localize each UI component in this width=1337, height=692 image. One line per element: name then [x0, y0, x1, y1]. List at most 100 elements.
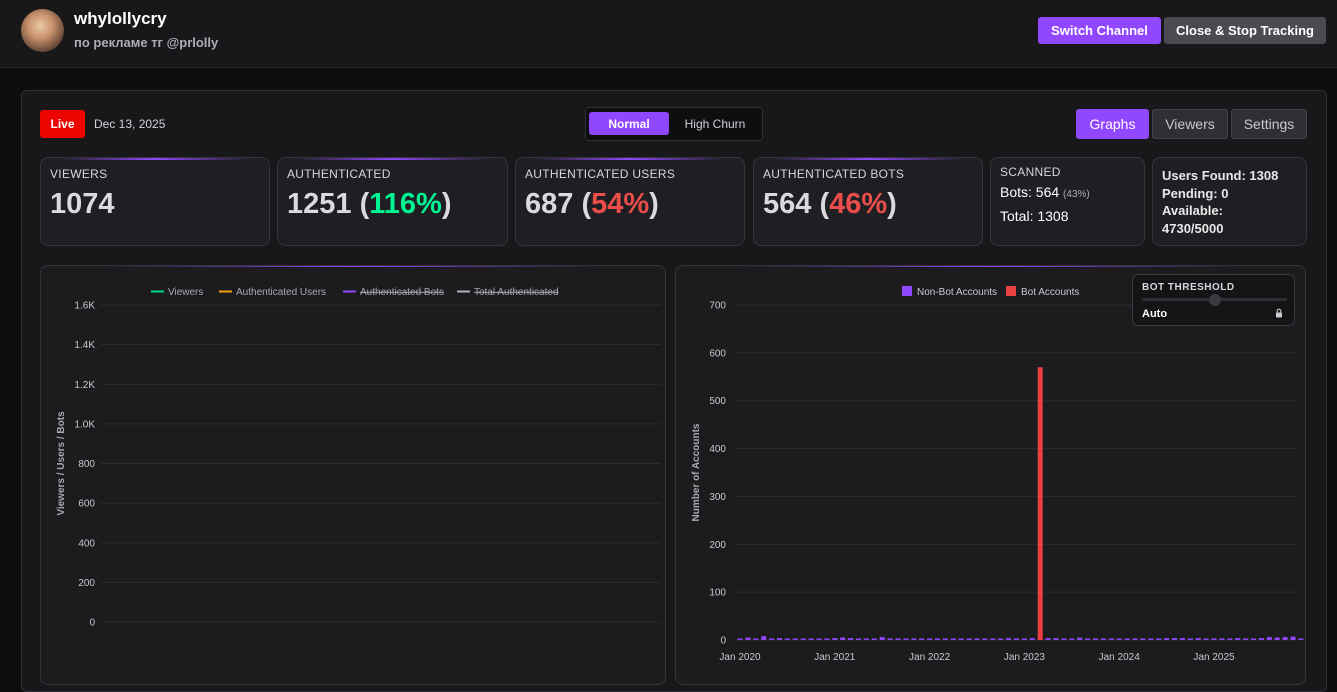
non-bot-accounts-bar	[927, 638, 933, 640]
non-bot-accounts-bar	[1172, 638, 1177, 640]
authenticated-percent: 116%	[369, 188, 442, 220]
authenticated-users-card: AUTHENTICATED USERS 687 (54%)	[515, 157, 745, 246]
y-tick-label: 1.4K	[74, 340, 95, 351]
lock-icon[interactable]	[1273, 307, 1285, 319]
non-bot-accounts-bar	[816, 638, 822, 640]
users-found-text: Users Found: 1308	[1162, 168, 1279, 183]
viewers-chart-panel: 0 200 400 600 800 1.0K 1.2K 1.4K 1.6K Viewers / U…	[40, 265, 666, 685]
pending-text: Pending: 0	[1162, 185, 1229, 201]
authenticated-bots-label: AUTHENTICATED BOTS	[763, 167, 905, 181]
y-tick-label: 800	[78, 459, 95, 470]
y-tick-label: 0	[89, 618, 95, 629]
y-tick-label: 600	[709, 348, 726, 359]
accounts-chart-panel: 0 100 200 300 400 500 600 700 Number of Accounts…	[675, 265, 1306, 685]
legend-label: Authenticated Bots	[360, 287, 444, 298]
y-tick-label: 200	[709, 540, 726, 551]
non-bot-accounts-bar	[1045, 638, 1051, 640]
tab-viewers[interactable]: Viewers	[1152, 109, 1228, 139]
authenticated-value: 1251	[287, 188, 352, 220]
non-bot-accounts-bar	[1156, 638, 1162, 640]
legend-label: Bot Accounts	[1021, 287, 1079, 298]
scanned-bots-value: 564	[1035, 184, 1060, 200]
non-bot-accounts-bar	[1085, 638, 1091, 640]
non-bot-accounts-bar	[958, 638, 964, 640]
authenticated-card: AUTHENTICATED 1251 (116%)	[277, 157, 508, 246]
tab-settings[interactable]: Settings	[1231, 109, 1307, 139]
y-axis-label: Number of Accounts	[691, 423, 702, 521]
non-bot-accounts-bar	[856, 638, 861, 640]
non-bot-accounts-bar	[1243, 638, 1249, 640]
non-bot-accounts-bar	[919, 638, 925, 640]
legend-label: Total Authenticated	[474, 287, 559, 298]
stream-date: Dec 13, 2025	[94, 117, 166, 131]
accounts-chart: 0 100 200 300 400 500 600 700 Number of Accounts…	[691, 286, 1304, 663]
available-label: Available:	[1162, 203, 1223, 218]
non-bot-accounts-bar	[1179, 638, 1185, 640]
close-stop-tracking-button[interactable]: Close & Stop Tracking	[1164, 17, 1326, 44]
non-bot-accounts-bar	[950, 638, 956, 640]
y-axis-label: Viewers / Users / Bots	[56, 411, 67, 516]
non-bot-accounts-bar	[848, 638, 854, 640]
non-bot-accounts-bar	[1148, 638, 1154, 640]
non-bot-accounts-bar	[990, 638, 996, 640]
live-badge: Live	[40, 110, 85, 138]
non-bot-accounts-bar	[1069, 638, 1075, 640]
non-bot-accounts-bar	[840, 637, 846, 640]
channel-avatar[interactable]	[21, 9, 64, 52]
legend-label: Viewers	[168, 287, 203, 298]
y-tick-label: 400	[78, 538, 95, 549]
non-bot-accounts-bar	[761, 636, 767, 640]
non-bot-accounts-bar	[1290, 636, 1296, 640]
viewers-value: 1074	[50, 188, 115, 220]
non-bot-accounts-bar	[966, 638, 972, 640]
non-bot-accounts-bar	[1219, 638, 1225, 640]
non-bot-accounts-bar	[1053, 638, 1059, 640]
non-bot-accounts-bar	[792, 638, 798, 640]
non-bot-accounts-bar	[1258, 638, 1264, 640]
non-bot-accounts-bar	[1235, 638, 1241, 640]
x-tick-label: Jan 2022	[909, 652, 951, 663]
bot-threshold-panel: BOT THRESHOLD Auto	[1132, 274, 1295, 326]
x-tick-label: Jan 2024	[1099, 652, 1141, 663]
viewers-chart: 0 200 400 600 800 1.0K 1.2K 1.4K 1.6K Viewers / U…	[56, 287, 661, 629]
legend-swatch	[1006, 286, 1016, 296]
authenticated-label: AUTHENTICATED	[287, 167, 391, 181]
y-tick-label: 200	[78, 578, 95, 589]
non-bot-accounts-bar	[1187, 638, 1193, 640]
channel-description: по рекламе тг @prlolly	[74, 35, 219, 50]
non-bot-accounts-bar	[1006, 638, 1012, 640]
non-bot-accounts-bar	[982, 638, 988, 640]
non-bot-accounts-bar	[871, 638, 877, 640]
non-bot-accounts-bar	[1077, 637, 1083, 640]
non-bot-accounts-bar	[863, 638, 869, 640]
non-bot-accounts-bar	[832, 638, 838, 640]
legend-label: Non-Bot Accounts	[917, 287, 997, 298]
non-bot-accounts-bar	[1140, 638, 1146, 640]
non-bot-accounts-bar	[1093, 638, 1098, 640]
authenticated-bots-value: 564	[763, 188, 812, 220]
authenticated-users-label: AUTHENTICATED USERS	[525, 167, 676, 181]
x-tick-label: Jan 2021	[814, 652, 856, 663]
mode-normal-button[interactable]: Normal	[589, 112, 669, 135]
non-bot-accounts-bar	[1266, 637, 1272, 640]
non-bot-accounts-bar	[895, 638, 901, 640]
non-bot-accounts-bar	[887, 638, 893, 640]
authenticated-users-percent: 54%	[591, 188, 650, 220]
switch-channel-button[interactable]: Switch Channel	[1038, 17, 1161, 44]
non-bot-accounts-bar	[879, 637, 885, 640]
mode-high-churn-button[interactable]: High Churn	[672, 112, 758, 135]
bot-accounts-bar	[1037, 367, 1043, 640]
tab-graphs[interactable]: Graphs	[1076, 109, 1149, 139]
bot-threshold-title: BOT THRESHOLD	[1142, 282, 1235, 293]
non-bot-accounts-bar	[1029, 638, 1035, 640]
non-bot-accounts-bar	[911, 638, 917, 640]
viewers-label: VIEWERS	[50, 167, 108, 181]
y-tick-label: 1.6K	[74, 301, 95, 312]
non-bot-accounts-bar	[808, 638, 814, 640]
bot-threshold-slider-handle[interactable]	[1208, 294, 1221, 306]
non-bot-accounts-bar	[903, 638, 909, 640]
non-bot-accounts-bar	[753, 638, 759, 640]
scan-info-card: Users Found: 1308 Pending: 0 Available: …	[1152, 157, 1307, 246]
scanned-card: SCANNED Bots: 564 (43%) Total: 1308	[990, 157, 1145, 246]
non-bot-accounts-bar	[1211, 638, 1217, 640]
